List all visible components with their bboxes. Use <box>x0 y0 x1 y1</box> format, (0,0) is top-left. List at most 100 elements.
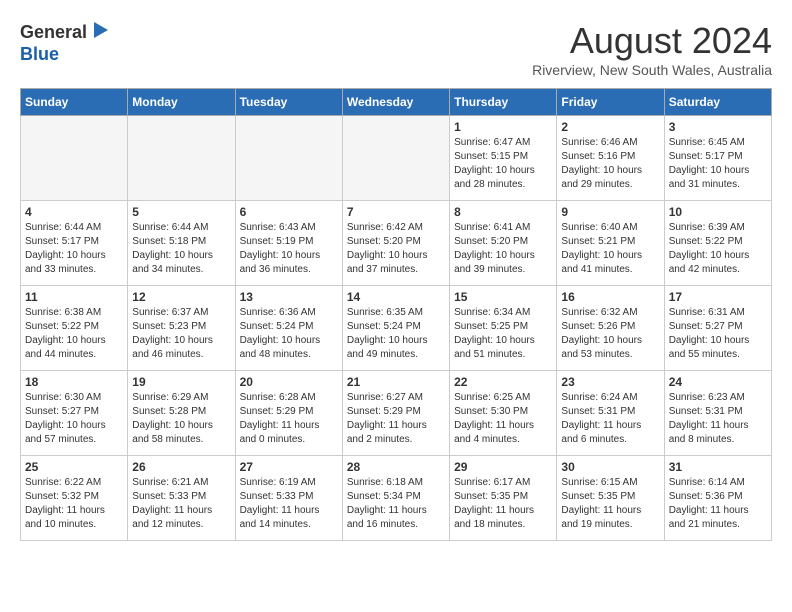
calendar-cell: 21 Sunrise: 6:27 AM Sunset: 5:29 PM Dayli… <box>342 371 449 456</box>
day-number: 26 <box>132 460 230 474</box>
calendar-cell: 18Sunrise: 6:30 AM Sunset: 5:27 PM Dayli… <box>21 371 128 456</box>
calendar-cell: 27 Sunrise: 6:19 AM Sunset: 5:33 PM Dayli… <box>235 456 342 541</box>
day-number: 30 <box>561 460 659 474</box>
day-info: Sunrise: 6:44 AM Sunset: 5:17 PM Dayligh… <box>25 221 123 277</box>
day-info: Sunrise: 6:36 AM Sunset: 5:24 PM Dayligh… <box>240 306 338 362</box>
day-info: Sunrise: 6:34 AM Sunset: 5:25 PM Dayligh… <box>454 306 552 362</box>
day-info: Sunrise: 6:40 AM Sunset: 5:21 PM Dayligh… <box>561 221 659 277</box>
calendar-cell: 5Sunrise: 6:44 AM Sunset: 5:18 PM Daylig… <box>128 201 235 286</box>
calendar-cell: 28Sunrise: 6:18 AM Sunset: 5:34 PM Dayli… <box>342 456 449 541</box>
calendar-cell: 24 Sunrise: 6:23 AM Sunset: 5:31 PM Dayli… <box>664 371 771 456</box>
day-info: Sunrise: 6:29 AM Sunset: 5:28 PM Dayligh… <box>132 391 230 447</box>
day-number: 11 <box>25 290 123 304</box>
day-number: 9 <box>561 205 659 219</box>
day-info: Sunrise: 6:45 AM Sunset: 5:17 PM Dayligh… <box>669 136 767 192</box>
day-number: 22 <box>454 375 552 389</box>
header-tuesday: Tuesday <box>235 89 342 116</box>
calendar-cell: 26 Sunrise: 6:21 AM Sunset: 5:33 PM Dayli… <box>128 456 235 541</box>
day-number: 15 <box>454 290 552 304</box>
day-number: 25 <box>25 460 123 474</box>
day-number: 3 <box>669 120 767 134</box>
calendar-cell: 11 Sunrise: 6:38 AM Sunset: 5:22 PM Dayli… <box>21 286 128 371</box>
day-info: Sunrise: 6:19 AM Sunset: 5:33 PM Dayligh… <box>240 476 338 532</box>
week-row-1: 1 Sunrise: 6:47 AM Sunset: 5:15 PM Daylig… <box>21 116 772 201</box>
calendar-cell: 9 Sunrise: 6:40 AM Sunset: 5:21 PM Daylig… <box>557 201 664 286</box>
week-row-4: 18Sunrise: 6:30 AM Sunset: 5:27 PM Dayli… <box>21 371 772 456</box>
day-number: 7 <box>347 205 445 219</box>
calendar-cell: 14Sunrise: 6:35 AM Sunset: 5:24 PM Dayli… <box>342 286 449 371</box>
header-friday: Friday <box>557 89 664 116</box>
week-row-5: 25 Sunrise: 6:22 AM Sunset: 5:32 PM Dayli… <box>21 456 772 541</box>
day-info: Sunrise: 6:35 AM Sunset: 5:24 PM Dayligh… <box>347 306 445 362</box>
calendar-cell: 13Sunrise: 6:36 AM Sunset: 5:24 PM Dayli… <box>235 286 342 371</box>
day-info: Sunrise: 6:21 AM Sunset: 5:33 PM Dayligh… <box>132 476 230 532</box>
calendar-cell: 12Sunrise: 6:37 AM Sunset: 5:23 PM Dayli… <box>128 286 235 371</box>
calendar-cell: 17Sunrise: 6:31 AM Sunset: 5:27 PM Dayli… <box>664 286 771 371</box>
month-title: August 2024 <box>532 20 772 62</box>
header-monday: Monday <box>128 89 235 116</box>
day-info: Sunrise: 6:14 AM Sunset: 5:36 PM Dayligh… <box>669 476 767 532</box>
calendar-cell <box>21 116 128 201</box>
calendar-cell: 1 Sunrise: 6:47 AM Sunset: 5:15 PM Daylig… <box>450 116 557 201</box>
calendar-cell: 10Sunrise: 6:39 AM Sunset: 5:22 PM Dayli… <box>664 201 771 286</box>
day-info: Sunrise: 6:32 AM Sunset: 5:26 PM Dayligh… <box>561 306 659 362</box>
calendar-cell: 4Sunrise: 6:44 AM Sunset: 5:17 PM Daylig… <box>21 201 128 286</box>
day-number: 2 <box>561 120 659 134</box>
day-info: Sunrise: 6:18 AM Sunset: 5:34 PM Dayligh… <box>347 476 445 532</box>
calendar-cell: 15 Sunrise: 6:34 AM Sunset: 5:25 PM Dayli… <box>450 286 557 371</box>
calendar-cell: 8Sunrise: 6:41 AM Sunset: 5:20 PM Daylig… <box>450 201 557 286</box>
day-info: Sunrise: 6:38 AM Sunset: 5:22 PM Dayligh… <box>25 306 123 362</box>
calendar-cell: 2Sunrise: 6:46 AM Sunset: 5:16 PM Daylig… <box>557 116 664 201</box>
day-info: Sunrise: 6:44 AM Sunset: 5:18 PM Dayligh… <box>132 221 230 277</box>
calendar-cell: 7 Sunrise: 6:42 AM Sunset: 5:20 PM Daylig… <box>342 201 449 286</box>
day-info: Sunrise: 6:15 AM Sunset: 5:35 PM Dayligh… <box>561 476 659 532</box>
calendar-cell: 31 Sunrise: 6:14 AM Sunset: 5:36 PM Dayli… <box>664 456 771 541</box>
day-info: Sunrise: 6:27 AM Sunset: 5:29 PM Dayligh… <box>347 391 445 447</box>
logo-arrow-icon <box>90 20 110 40</box>
calendar-cell <box>235 116 342 201</box>
calendar-cell: 29 Sunrise: 6:17 AM Sunset: 5:35 PM Dayli… <box>450 456 557 541</box>
day-info: Sunrise: 6:47 AM Sunset: 5:15 PM Dayligh… <box>454 136 552 192</box>
day-number: 29 <box>454 460 552 474</box>
calendar-table: SundayMondayTuesdayWednesdayThursdayFrid… <box>20 88 772 541</box>
day-info: Sunrise: 6:37 AM Sunset: 5:23 PM Dayligh… <box>132 306 230 362</box>
location-subtitle: Riverview, New South Wales, Australia <box>532 62 772 78</box>
calendar-cell <box>128 116 235 201</box>
day-info: Sunrise: 6:39 AM Sunset: 5:22 PM Dayligh… <box>669 221 767 277</box>
calendar-cell: 30 Sunrise: 6:15 AM Sunset: 5:35 PM Dayli… <box>557 456 664 541</box>
calendar-cell: 20Sunrise: 6:28 AM Sunset: 5:29 PM Dayli… <box>235 371 342 456</box>
day-number: 31 <box>669 460 767 474</box>
header-sunday: Sunday <box>21 89 128 116</box>
day-number: 19 <box>132 375 230 389</box>
page-header: General Blue August 2024 Riverview, New … <box>20 20 772 78</box>
calendar-cell <box>342 116 449 201</box>
day-number: 18 <box>25 375 123 389</box>
day-info: Sunrise: 6:41 AM Sunset: 5:20 PM Dayligh… <box>454 221 552 277</box>
calendar-header-row: SundayMondayTuesdayWednesdayThursdayFrid… <box>21 89 772 116</box>
day-number: 1 <box>454 120 552 134</box>
week-row-2: 4Sunrise: 6:44 AM Sunset: 5:17 PM Daylig… <box>21 201 772 286</box>
calendar-cell: 19 Sunrise: 6:29 AM Sunset: 5:28 PM Dayli… <box>128 371 235 456</box>
day-info: Sunrise: 6:17 AM Sunset: 5:35 PM Dayligh… <box>454 476 552 532</box>
week-row-3: 11 Sunrise: 6:38 AM Sunset: 5:22 PM Dayli… <box>21 286 772 371</box>
day-info: Sunrise: 6:31 AM Sunset: 5:27 PM Dayligh… <box>669 306 767 362</box>
day-info: Sunrise: 6:43 AM Sunset: 5:19 PM Dayligh… <box>240 221 338 277</box>
calendar-cell: 6Sunrise: 6:43 AM Sunset: 5:19 PM Daylig… <box>235 201 342 286</box>
day-info: Sunrise: 6:42 AM Sunset: 5:20 PM Dayligh… <box>347 221 445 277</box>
day-number: 23 <box>561 375 659 389</box>
day-info: Sunrise: 6:24 AM Sunset: 5:31 PM Dayligh… <box>561 391 659 447</box>
calendar-cell: 25 Sunrise: 6:22 AM Sunset: 5:32 PM Dayli… <box>21 456 128 541</box>
calendar-cell: 16 Sunrise: 6:32 AM Sunset: 5:26 PM Dayli… <box>557 286 664 371</box>
header-wednesday: Wednesday <box>342 89 449 116</box>
title-area: August 2024 Riverview, New South Wales, … <box>532 20 772 78</box>
day-info: Sunrise: 6:25 AM Sunset: 5:30 PM Dayligh… <box>454 391 552 447</box>
logo-text-general: General <box>20 23 87 43</box>
day-number: 24 <box>669 375 767 389</box>
calendar-cell: 22 Sunrise: 6:25 AM Sunset: 5:30 PM Dayli… <box>450 371 557 456</box>
day-info: Sunrise: 6:23 AM Sunset: 5:31 PM Dayligh… <box>669 391 767 447</box>
header-saturday: Saturday <box>664 89 771 116</box>
day-number: 21 <box>347 375 445 389</box>
day-info: Sunrise: 6:22 AM Sunset: 5:32 PM Dayligh… <box>25 476 123 532</box>
day-number: 27 <box>240 460 338 474</box>
day-number: 16 <box>561 290 659 304</box>
